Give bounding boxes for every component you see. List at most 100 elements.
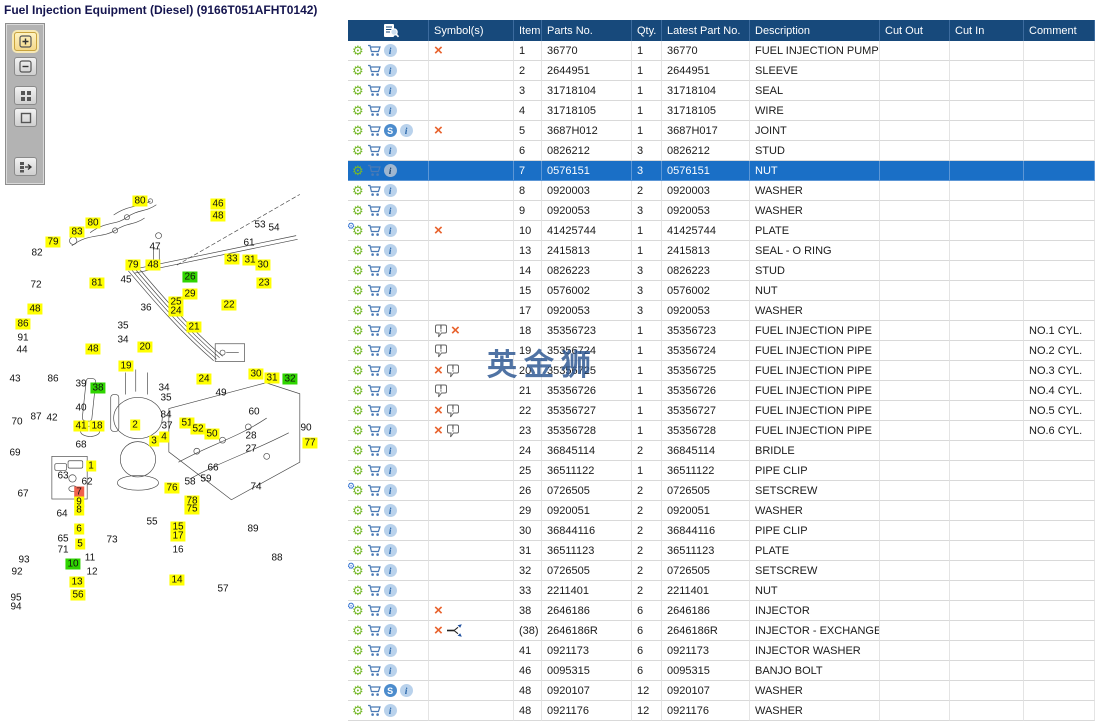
gear-icon[interactable]: ⚙ bbox=[352, 464, 364, 477]
zoom-in-button[interactable] bbox=[14, 32, 37, 51]
info-icon[interactable]: i bbox=[383, 264, 397, 277]
diagram-callout-30[interactable]: 30 bbox=[255, 259, 271, 271]
gear-icon[interactable]: ⚙ bbox=[352, 584, 364, 597]
diagram-callout-47[interactable]: 47 bbox=[147, 242, 162, 253]
cart-icon[interactable] bbox=[367, 504, 381, 517]
diagram-callout-40[interactable]: 40 bbox=[73, 403, 88, 414]
gear-icon[interactable]: ⚙⚙ bbox=[348, 561, 364, 577]
cart-icon[interactable] bbox=[367, 424, 381, 437]
diagram-callout-35[interactable]: 35 bbox=[115, 321, 130, 332]
diagram-callout-77[interactable]: 77 bbox=[302, 437, 318, 449]
table-row[interactable]: ⚙ i ×! 20 35356725 1 35356725 FUEL INJECTION PI… bbox=[348, 361, 1095, 381]
diagram-callout-34[interactable]: 34 bbox=[115, 335, 130, 346]
table-row[interactable]: ⚙ i 3 31718104 1 31718104 SEAL bbox=[348, 81, 1095, 101]
diagram-callout-76[interactable]: 76 bbox=[164, 482, 180, 494]
diagram-callout-87[interactable]: 87 bbox=[28, 412, 43, 423]
cart-icon[interactable] bbox=[367, 624, 381, 637]
gear-icon[interactable]: ⚙ bbox=[352, 664, 364, 677]
gear-icon[interactable]: ⚙⚙ bbox=[348, 481, 364, 497]
diagram-callout-21[interactable]: 21 bbox=[186, 321, 202, 333]
diagram-callout-50[interactable]: 50 bbox=[204, 428, 220, 440]
diagram-callout-67[interactable]: 67 bbox=[15, 489, 30, 500]
gear-icon[interactable]: ⚙ bbox=[352, 384, 364, 397]
cart-icon[interactable] bbox=[367, 664, 381, 677]
info-icon[interactable]: i bbox=[383, 524, 397, 537]
info-icon[interactable]: i bbox=[383, 384, 397, 397]
info-icon[interactable]: i bbox=[383, 644, 397, 657]
diagram-callout-19[interactable]: 19 bbox=[118, 360, 134, 372]
diagram-callout-88[interactable]: 88 bbox=[269, 553, 284, 564]
gear-icon[interactable]: ⚙ bbox=[352, 284, 364, 297]
info-icon[interactable]: i bbox=[383, 44, 397, 57]
cart-icon[interactable] bbox=[367, 304, 381, 317]
zoom-out-button[interactable] bbox=[14, 57, 37, 76]
cart-icon[interactable] bbox=[367, 264, 381, 277]
diagram-callout-12[interactable]: 12 bbox=[84, 567, 99, 578]
column-header-comment[interactable]: Comment bbox=[1024, 20, 1095, 41]
table-row[interactable]: ⚙⚙i26072650520726505SETSCREW bbox=[348, 481, 1095, 501]
gear-icon[interactable]: ⚙ bbox=[352, 684, 364, 697]
diagram-callout-59[interactable]: 59 bbox=[198, 474, 213, 485]
cart-icon[interactable] bbox=[367, 404, 381, 417]
table-row[interactable]: ⚙ Si 48 0920107 12 0920107 WASHER bbox=[348, 681, 1095, 701]
cart-icon[interactable] bbox=[367, 184, 381, 197]
info-icon[interactable]: i bbox=[383, 424, 397, 437]
table-row[interactable]: ⚙ i 2 2644951 1 2644951 SLEEVE bbox=[348, 61, 1095, 81]
cart-icon[interactable] bbox=[367, 644, 381, 657]
gear-icon[interactable]: ⚙⚙ bbox=[348, 601, 364, 617]
table-row[interactable]: ⚙ i 33 2211401 2 2211401 NUT bbox=[348, 581, 1095, 601]
diagram-callout-93[interactable]: 93 bbox=[16, 555, 31, 566]
cart-icon[interactable] bbox=[367, 524, 381, 537]
diagram-callout-75[interactable]: 75 bbox=[184, 503, 200, 515]
diagram-callout-86[interactable]: 86 bbox=[15, 318, 31, 330]
diagram-callout-26[interactable]: 26 bbox=[182, 271, 198, 283]
cart-icon[interactable] bbox=[367, 64, 381, 77]
diagram-callout-20[interactable]: 20 bbox=[137, 341, 153, 353]
gear-icon[interactable]: ⚙ bbox=[352, 444, 364, 457]
diagram-callout-53[interactable]: 53 bbox=[252, 220, 267, 231]
gear-icon[interactable]: ⚙ bbox=[352, 524, 364, 537]
diagram-callout-2[interactable]: 2 bbox=[130, 419, 140, 431]
diagram-callout-4[interactable]: 4 bbox=[159, 431, 169, 443]
diagram-callout-74[interactable]: 74 bbox=[248, 482, 263, 493]
gear-icon[interactable]: ⚙ bbox=[352, 64, 364, 77]
info-icon[interactable]: i bbox=[383, 304, 397, 317]
gear-icon[interactable]: ⚙ bbox=[352, 124, 364, 137]
diagram-callout-89[interactable]: 89 bbox=[245, 524, 260, 535]
gear-icon[interactable]: ⚙ bbox=[352, 544, 364, 557]
diagram-callout-18[interactable]: 18 bbox=[89, 420, 105, 432]
diagram-callout-8[interactable]: 8 bbox=[74, 504, 84, 516]
diagram-callout-6[interactable]: 6 bbox=[74, 523, 84, 535]
cart-icon[interactable] bbox=[367, 484, 381, 497]
info-icon[interactable]: i bbox=[383, 364, 397, 377]
cart-icon[interactable] bbox=[367, 44, 381, 57]
info-icon[interactable]: i bbox=[383, 164, 397, 177]
table-row[interactable]: ⚙ i 9 0920053 3 0920053 WASHER bbox=[348, 201, 1095, 221]
cart-icon[interactable] bbox=[367, 204, 381, 217]
info-icon[interactable]: i bbox=[383, 504, 397, 517]
gear-icon[interactable]: ⚙ bbox=[352, 324, 364, 337]
table-row[interactable]: ⚙ i 8 0920003 2 0920003 WASHER bbox=[348, 181, 1095, 201]
gear-icon[interactable]: ⚙ bbox=[352, 244, 364, 257]
diagram-callout-48[interactable]: 48 bbox=[27, 303, 43, 315]
column-header-cut-out[interactable]: Cut Out bbox=[880, 20, 950, 41]
diagram-callout-80[interactable]: 80 bbox=[132, 195, 148, 207]
info-icon[interactable]: i bbox=[383, 144, 397, 157]
table-row[interactable]: ⚙ i 48 0921176 12 0921176 WASHER bbox=[348, 701, 1095, 721]
info-icon[interactable]: i bbox=[383, 624, 397, 637]
diagram-callout-79[interactable]: 79 bbox=[125, 259, 141, 271]
table-row[interactable]: ⚙ i 13 2415813 1 2415813 SEAL - O RING bbox=[348, 241, 1095, 261]
gear-icon[interactable]: ⚙ bbox=[352, 304, 364, 317]
cart-icon[interactable] bbox=[367, 324, 381, 337]
gear-icon[interactable]: ⚙ bbox=[352, 504, 364, 517]
diagram-callout-56[interactable]: 56 bbox=[70, 589, 86, 601]
gear-icon[interactable]: ⚙ bbox=[352, 264, 364, 277]
table-row[interactable]: ⚙⚙i32072650520726505SETSCREW bbox=[348, 561, 1095, 581]
cart-icon[interactable] bbox=[367, 344, 381, 357]
info-icon[interactable]: i bbox=[383, 244, 397, 257]
gear-icon[interactable]: ⚙ bbox=[352, 424, 364, 437]
table-row[interactable]: ⚙ i 24 36845114 2 36845114 BRIDLE bbox=[348, 441, 1095, 461]
export-panel-button[interactable] bbox=[14, 157, 37, 176]
info-icon[interactable]: i bbox=[383, 464, 397, 477]
column-header-qty-[interactable]: Qty. bbox=[632, 20, 662, 41]
